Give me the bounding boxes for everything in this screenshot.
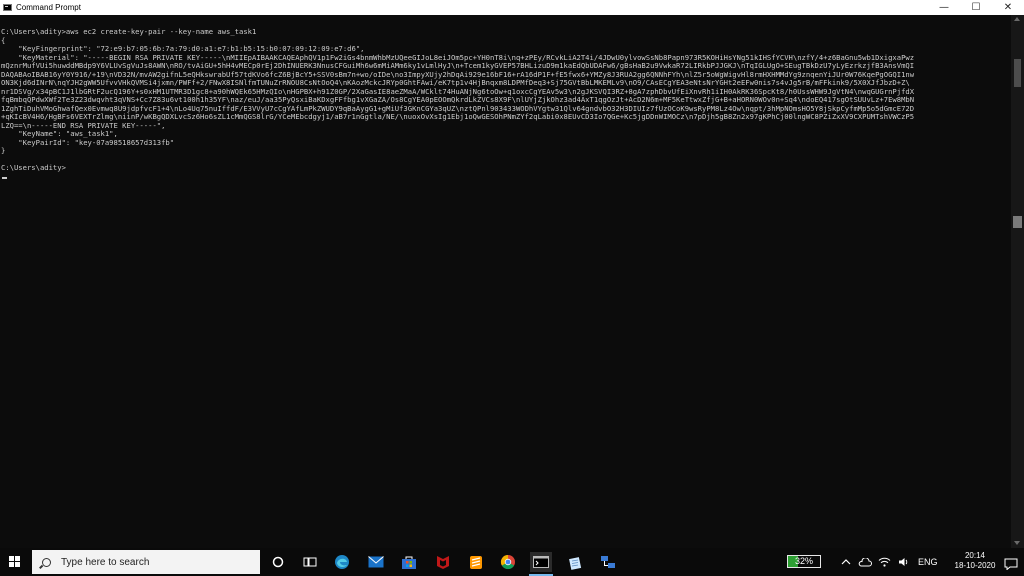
command-prompt-icon	[3, 4, 12, 11]
cloud-icon[interactable]	[858, 548, 872, 576]
console-lines: C:\Users\adity>aws ec2 create-key-pair -…	[0, 28, 1011, 181]
battery-percent: 32%	[794, 556, 813, 566]
notification-center-icon[interactable]	[1004, 555, 1018, 571]
cmd-icon[interactable]	[530, 552, 552, 572]
task-view-icon[interactable]	[299, 552, 321, 572]
store-icon[interactable]	[398, 552, 420, 572]
console-prompt-line[interactable]	[0, 173, 1011, 182]
chrome-icon[interactable]	[497, 552, 519, 572]
tray-overflow-icon[interactable]	[841, 548, 851, 576]
language-indicator[interactable]: ENG	[918, 548, 938, 576]
console-line: nr1DSVg/x34pBC1J1lbGRtF2ucQ196Y+s0xHM1UT…	[1, 87, 915, 96]
console-line: LZQ==\n-----END RSA PRIVATE KEY-----",	[1, 121, 166, 130]
console-line: }	[1, 147, 6, 155]
text-cursor	[2, 176, 7, 179]
console-line: "KeyFingerprint": "72:e9:b7:05:6b:7a:79:…	[1, 45, 365, 53]
console-line: "KeyName": "aws_task1",	[1, 130, 118, 138]
console-line: +qKIcBV4H6/HgBFs6VEXTrZlmg\niinP/wKBgQDX…	[1, 113, 915, 121]
scroll-up-arrow-icon[interactable]	[1014, 17, 1020, 21]
battery-indicator[interactable]: 32%	[787, 555, 821, 568]
console-line: mQznrMufVUi5huwddMBdp9Y6VLUvSgVuJs8AWN\n…	[1, 62, 915, 70]
network-app-icon[interactable]	[597, 552, 619, 572]
console-line: 1ZghTiDuhVMoGhwafQex0Evmwq8U9jdpfvcF1+4\…	[1, 104, 915, 113]
console-line: ON3Kjd6dINrN\nqYJH2gWW5UfvvVHkQVMSi4jxmn…	[1, 79, 910, 87]
console-line: {	[1, 36, 6, 45]
windows-start-icon	[9, 556, 21, 568]
volume-icon[interactable]	[898, 548, 910, 576]
clock-time: 20:14	[964, 551, 986, 560]
search-placeholder: Type here to search	[61, 556, 150, 568]
close-button[interactable]: ✕	[992, 0, 1024, 15]
window-title: Command Prompt	[16, 3, 81, 12]
maximize-button[interactable]: ☐	[960, 0, 992, 15]
wifi-icon[interactable]	[878, 548, 891, 576]
console-line: C:\Users\adity>	[1, 164, 66, 172]
scrollbar-thumb[interactable]	[1013, 216, 1022, 228]
cortana-icon[interactable]	[267, 552, 289, 572]
sublime-icon[interactable]	[465, 552, 487, 572]
taskbar-search-box[interactable]: Type here to search	[32, 550, 260, 574]
start-button[interactable]	[0, 548, 30, 576]
system-clock[interactable]: 20:14 18-10-2020	[952, 551, 998, 571]
scroll-down-arrow-icon[interactable]	[1014, 541, 1020, 545]
console-line: "KeyPairId": "key-07a98518657d313fb"	[1, 138, 175, 147]
console-line: DAQABAoIBAB16yY0Y916/+19\nVD32N/mvAW2gif…	[1, 70, 915, 79]
console-line: fqBmbqQPdwXWf2Te3Z23dwqvht3qVNS+Cc7Z83u6…	[1, 96, 915, 104]
mail-icon[interactable]	[365, 552, 387, 572]
window-controls: — ☐ ✕	[928, 0, 1024, 15]
clock-date: 18-10-2020	[954, 561, 996, 570]
mcafee-icon[interactable]	[432, 552, 454, 572]
edge-icon[interactable]	[331, 552, 353, 572]
console-line: C:\Users\adity>aws ec2 create-key-pair -…	[1, 28, 257, 36]
scrollbar-track-segment	[1014, 59, 1021, 87]
title-bar: Command Prompt — ☐ ✕	[0, 0, 1024, 15]
search-icon	[42, 557, 51, 567]
vertical-scrollbar[interactable]	[1011, 15, 1024, 548]
console-line: "KeyMaterial": "-----BEGIN RSA PRIVATE K…	[1, 53, 915, 62]
notepad-icon[interactable]	[564, 552, 586, 572]
minimize-button[interactable]: —	[928, 0, 960, 15]
console-output[interactable]: C:\Users\adity>aws ec2 create-key-pair -…	[0, 15, 1011, 548]
